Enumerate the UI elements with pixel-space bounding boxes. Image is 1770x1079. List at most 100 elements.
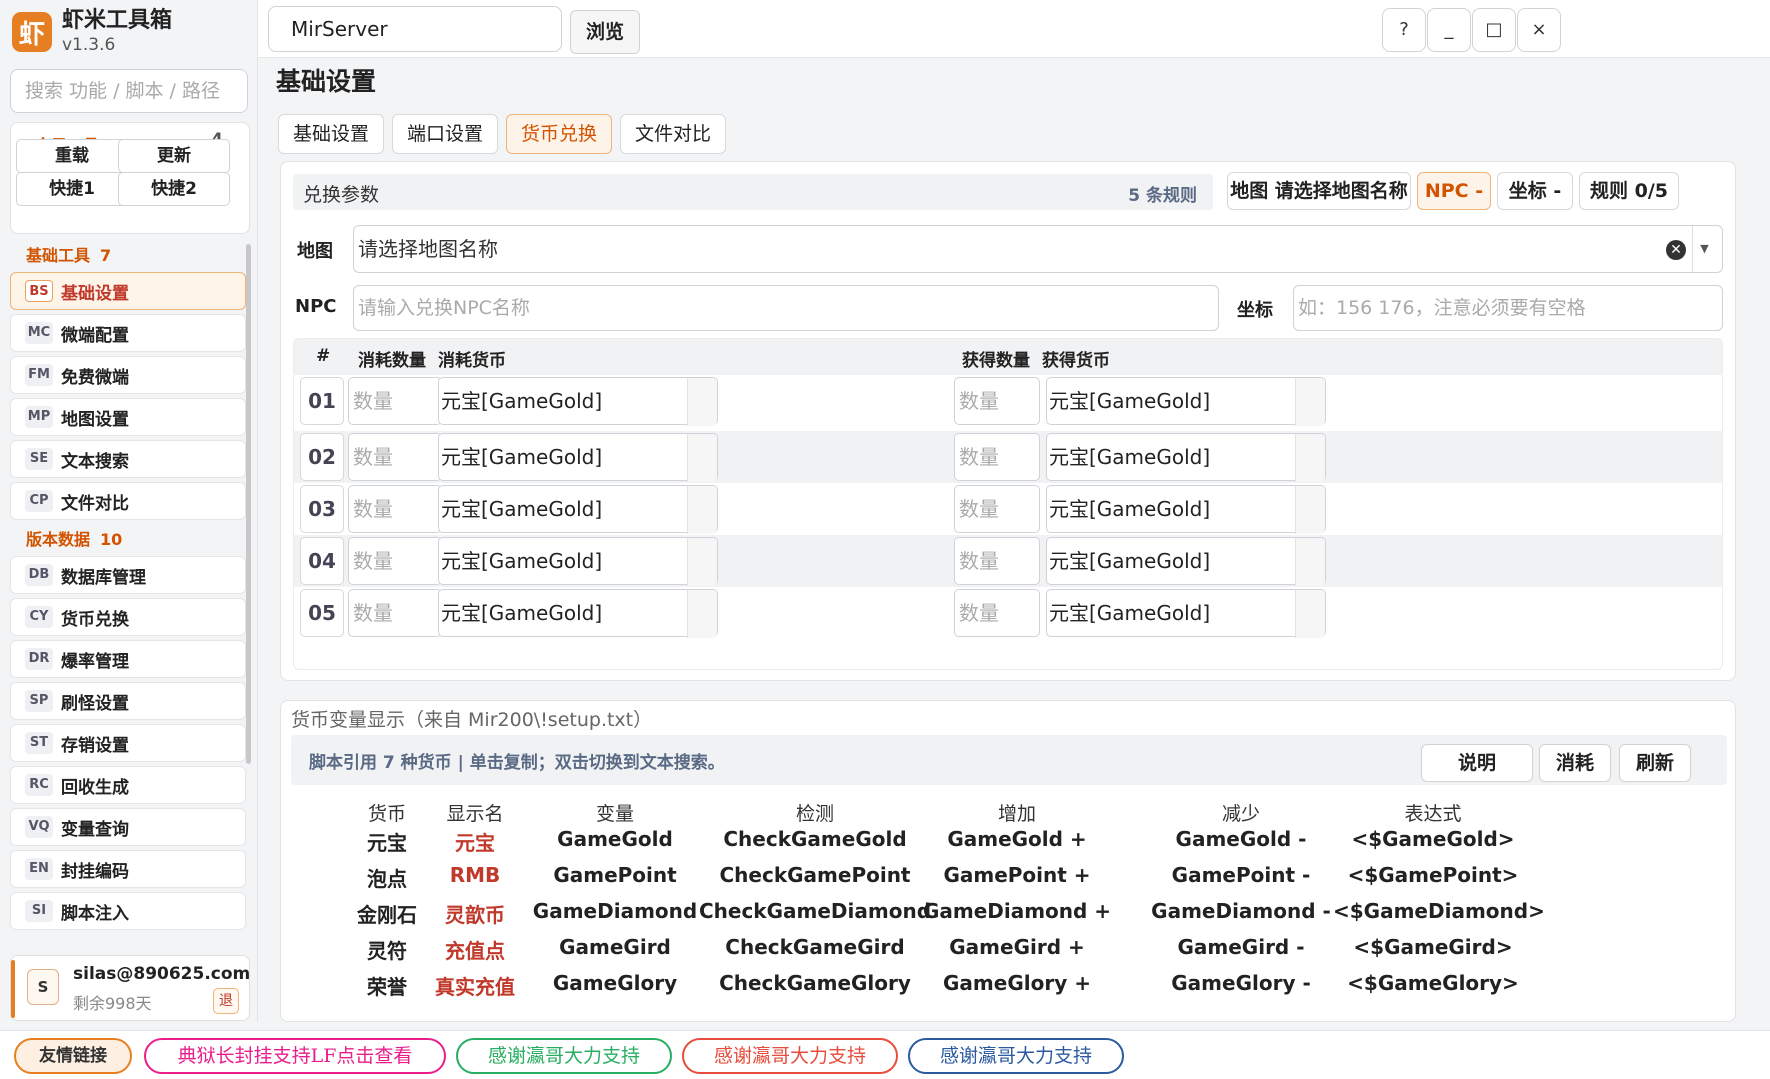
- gain-currency-select[interactable]: 元宝[GameGold]: [1046, 433, 1326, 482]
- currency-cell[interactable]: GamePoint -: [1141, 863, 1341, 887]
- avatar[interactable]: S: [27, 969, 59, 1005]
- footer-link-1[interactable]: 典狱长封挂支持LF点击查看: [144, 1038, 446, 1074]
- cost-currency-select[interactable]: 元宝[GameGold]: [438, 433, 718, 482]
- sidebar-scrollbar[interactable]: [246, 244, 251, 764]
- chevron-down-icon[interactable]: [1295, 538, 1325, 586]
- currency-cell[interactable]: GameGold -: [1141, 827, 1341, 851]
- sidebar-item-mc[interactable]: MC 微端配置: [10, 314, 246, 352]
- sidebar-item-en[interactable]: EN 封挂编码: [10, 850, 246, 888]
- chevron-down-icon[interactable]: [1295, 378, 1325, 426]
- map-select[interactable]: 请选择地图名称 ✕ ▼: [353, 225, 1723, 273]
- currency-cell[interactable]: CheckGamePoint: [685, 863, 945, 887]
- npc-chip[interactable]: NPC -: [1417, 172, 1491, 210]
- rules-chip[interactable]: 规则 0/5: [1579, 172, 1679, 210]
- sidebar-item-sp[interactable]: SP 刷怪设置: [10, 682, 246, 720]
- gain-qty-input[interactable]: 数量: [954, 377, 1040, 425]
- refresh-button[interactable]: 刷新: [1619, 744, 1691, 782]
- footer-link-0[interactable]: 友情链接: [14, 1038, 132, 1074]
- browse-button[interactable]: 浏览: [570, 10, 640, 54]
- chevron-down-icon[interactable]: [1295, 590, 1325, 638]
- coord-input[interactable]: 如：156 176，注意必须要有空格: [1293, 285, 1723, 331]
- sidebar-item-rc[interactable]: RC 回收生成: [10, 766, 246, 804]
- cost-currency-select[interactable]: 元宝[GameGold]: [438, 485, 718, 534]
- currency-cell[interactable]: <$GameDiamond>: [1333, 899, 1545, 923]
- currency-cell[interactable]: <$GameGold>: [1333, 827, 1533, 851]
- currency-cell[interactable]: CheckGameGold: [685, 827, 945, 851]
- reload-button[interactable]: 重载: [16, 139, 128, 173]
- coord-chip[interactable]: 坐标 -: [1497, 172, 1573, 210]
- currency-cell[interactable]: CheckGameGlory: [685, 971, 945, 995]
- chevron-down-icon[interactable]: [1295, 486, 1325, 534]
- chevron-down-icon[interactable]: ▼: [1692, 226, 1716, 272]
- sidebar-item-db[interactable]: DB 数据库管理: [10, 556, 246, 594]
- sidebar-item-mp[interactable]: MP 地图设置: [10, 398, 246, 436]
- currency-cell[interactable]: <$GameGird>: [1333, 935, 1533, 959]
- explain-button[interactable]: 说明: [1421, 744, 1533, 782]
- chevron-down-icon[interactable]: [687, 378, 717, 426]
- tab-3[interactable]: 文件对比: [620, 114, 727, 154]
- gain-qty-input[interactable]: 数量: [954, 433, 1040, 481]
- minimize-button[interactable]: _: [1427, 8, 1471, 52]
- help-button[interactable]: ?: [1382, 8, 1426, 52]
- currency-cell[interactable]: GameGold +: [917, 827, 1117, 851]
- map-chip[interactable]: 地图 请选择地图名称: [1227, 172, 1411, 210]
- maximize-button[interactable]: □: [1472, 8, 1516, 52]
- sidebar-item-si[interactable]: SI 脚本注入: [10, 892, 246, 930]
- footer-link-3[interactable]: 感谢瀛哥大力支持: [682, 1038, 898, 1074]
- chevron-down-icon[interactable]: [687, 590, 717, 638]
- cost-qty-input[interactable]: 数量: [348, 537, 442, 585]
- sidebar-item-cp[interactable]: CP 文件对比: [10, 482, 246, 520]
- currency-cell[interactable]: GameGlory +: [917, 971, 1117, 995]
- tab-0[interactable]: 基础设置: [278, 114, 385, 154]
- sidebar-item-cy[interactable]: CY 货币兑换: [10, 598, 246, 636]
- shortcut2-button[interactable]: 快捷2: [118, 172, 230, 206]
- clear-icon[interactable]: ✕: [1666, 240, 1686, 260]
- footer-link-4[interactable]: 感谢瀛哥大力支持: [908, 1038, 1124, 1074]
- cost-currency-select[interactable]: 元宝[GameGold]: [438, 589, 718, 638]
- chevron-down-icon[interactable]: [687, 434, 717, 482]
- chevron-down-icon[interactable]: [687, 486, 717, 534]
- currency-cell[interactable]: GameDiamond +: [917, 899, 1117, 923]
- sidebar-search-input[interactable]: 搜索 功能 / 脚本 / 路径: [10, 69, 248, 113]
- tab-1[interactable]: 端口设置: [392, 114, 499, 154]
- logout-button[interactable]: 退: [213, 988, 239, 1014]
- sidebar-item-bs[interactable]: BS 基础设置: [10, 272, 246, 310]
- cost-qty-input[interactable]: 数量: [348, 433, 442, 481]
- currency-cell[interactable]: GameGird -: [1141, 935, 1341, 959]
- currency-cell[interactable]: <$GamePoint>: [1333, 863, 1533, 887]
- chevron-down-icon[interactable]: [687, 538, 717, 586]
- currency-cell[interactable]: GamePoint +: [917, 863, 1117, 887]
- sidebar-item-dr[interactable]: DR 爆率管理: [10, 640, 246, 678]
- gain-currency-select[interactable]: 元宝[GameGold]: [1046, 377, 1326, 426]
- tab-2[interactable]: 货币兑换: [506, 114, 613, 154]
- sidebar-item-fm[interactable]: FM 免费微端: [10, 356, 246, 394]
- currency-cell[interactable]: GameDiamond -: [1141, 899, 1341, 923]
- consume-button[interactable]: 消耗: [1539, 744, 1611, 782]
- footer-link-2[interactable]: 感谢瀛哥大力支持: [456, 1038, 672, 1074]
- cost-currency-select[interactable]: 元宝[GameGold]: [438, 537, 718, 586]
- update-button[interactable]: 更新: [118, 139, 230, 173]
- cost-qty-input[interactable]: 数量: [348, 589, 442, 637]
- currency-cell[interactable]: GameGird +: [917, 935, 1117, 959]
- close-button[interactable]: ×: [1517, 8, 1561, 52]
- gain-qty-input[interactable]: 数量: [954, 537, 1040, 585]
- currency-cell[interactable]: GameGlory -: [1141, 971, 1341, 995]
- gain-qty-input[interactable]: 数量: [954, 485, 1040, 533]
- gain-currency-select[interactable]: 元宝[GameGold]: [1046, 485, 1326, 534]
- currency-cell[interactable]: CheckGameGird: [685, 935, 945, 959]
- server-path-input[interactable]: MirServer: [268, 6, 562, 52]
- gain-currency-select[interactable]: 元宝[GameGold]: [1046, 589, 1326, 638]
- gain-currency-select[interactable]: 元宝[GameGold]: [1046, 537, 1326, 586]
- chevron-down-icon[interactable]: [1295, 434, 1325, 482]
- currency-cell[interactable]: <$GameGlory>: [1333, 971, 1533, 995]
- npc-input[interactable]: 请输入兑换NPC名称: [353, 285, 1219, 331]
- shortcut1-button[interactable]: 快捷1: [16, 172, 128, 206]
- currency-cell[interactable]: CheckGameDiamond: [685, 899, 945, 923]
- cost-qty-input[interactable]: 数量: [348, 377, 442, 425]
- cost-qty-input[interactable]: 数量: [348, 485, 442, 533]
- sidebar-item-vq[interactable]: VQ 变量查询: [10, 808, 246, 846]
- sidebar-item-st[interactable]: ST 存销设置: [10, 724, 246, 762]
- gain-qty-input[interactable]: 数量: [954, 589, 1040, 637]
- sidebar-item-se[interactable]: SE 文本搜索: [10, 440, 246, 478]
- cost-currency-select[interactable]: 元宝[GameGold]: [438, 377, 718, 426]
